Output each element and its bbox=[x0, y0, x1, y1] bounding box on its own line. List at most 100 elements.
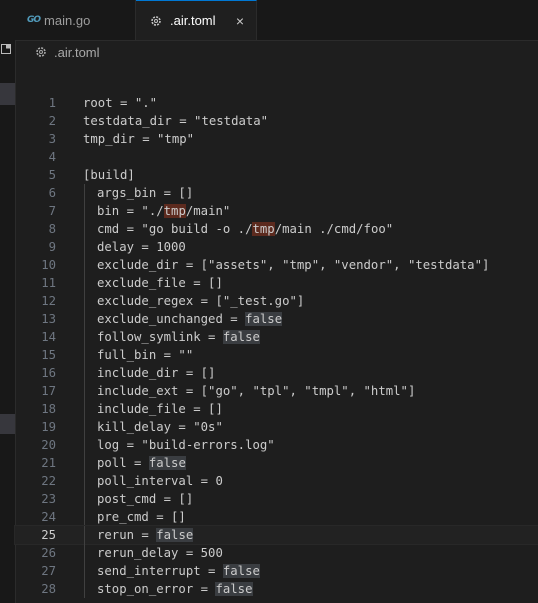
line-number: 5 bbox=[48, 168, 56, 182]
code-line[interactable]: 23 post_cmd = [] bbox=[15, 490, 538, 508]
code-text: delay = 1000 bbox=[97, 238, 186, 256]
line-number: 11 bbox=[41, 276, 56, 290]
code-line[interactable]: 24 pre_cmd = [] bbox=[15, 508, 538, 526]
code-line[interactable]: 14 follow_symlink = false bbox=[15, 328, 538, 346]
line-number: 16 bbox=[41, 366, 56, 380]
code-token: include_ext = ["go", "tpl", "tmpl", "htm… bbox=[97, 384, 416, 398]
indent-guide bbox=[84, 508, 85, 526]
code-token: pre_cmd = [] bbox=[97, 510, 186, 524]
code-line[interactable]: 11 exclude_file = [] bbox=[15, 274, 538, 292]
line-number: 19 bbox=[41, 420, 56, 434]
line-number: 26 bbox=[41, 546, 56, 560]
highlighted-token: false bbox=[156, 528, 194, 542]
code-line[interactable]: 17 include_ext = ["go", "tpl", "tmpl", "h… bbox=[15, 382, 538, 400]
code-text: full_bin = "" bbox=[97, 346, 193, 364]
code-line[interactable]: 9 delay = 1000 bbox=[15, 238, 538, 256]
split-editor-icon[interactable] bbox=[1, 44, 11, 54]
code-line[interactable]: 3 tmp_dir = "tmp" bbox=[15, 130, 538, 148]
code-token: /main ./cmd/foo" bbox=[274, 222, 394, 236]
code-line[interactable]: 4 bbox=[15, 148, 538, 166]
code-token: cmd = "go build -o ./ bbox=[97, 222, 253, 236]
tab-air-toml[interactable]: .air.toml × bbox=[136, 0, 257, 40]
line-number: 9 bbox=[48, 240, 56, 254]
code-line[interactable]: 22 poll_interval = 0 bbox=[15, 472, 538, 490]
line-number: 3 bbox=[48, 132, 56, 146]
indent-guide bbox=[84, 184, 85, 202]
code-line[interactable]: 8 cmd = "go build -o ./tmp/main ./cmd/foo… bbox=[15, 220, 538, 238]
code-text: follow_symlink = false bbox=[97, 328, 260, 346]
indent-guide bbox=[84, 562, 85, 580]
line-number: 28 bbox=[41, 582, 56, 596]
code-text: testdata_dir = "testdata" bbox=[83, 112, 268, 130]
code-text: cmd = "go build -o ./tmp/main ./cmd/foo" bbox=[97, 220, 393, 238]
code-token: [build] bbox=[83, 168, 135, 182]
highlighted-token: false bbox=[245, 312, 283, 326]
code-line[interactable]: 27 send_interrupt = false bbox=[15, 562, 538, 580]
code-token: root = "." bbox=[83, 96, 158, 110]
code-line[interactable]: 19 kill_delay = "0s" bbox=[15, 418, 538, 436]
indent-guide bbox=[84, 472, 85, 490]
code-text: include_ext = ["go", "tpl", "tmpl", "htm… bbox=[97, 382, 415, 400]
tab-bar: GO main.go .air.toml × bbox=[15, 0, 538, 41]
code-line[interactable]: 5 [build] bbox=[15, 166, 538, 184]
code-token: bin = "./ bbox=[97, 204, 164, 218]
code-text: log = "build-errors.log" bbox=[97, 436, 275, 454]
tab-main-go[interactable]: GO main.go bbox=[15, 0, 136, 40]
code-line[interactable]: 6 args_bin = [] bbox=[15, 184, 538, 202]
highlighted-token: tmp bbox=[252, 222, 275, 236]
line-number: 6 bbox=[48, 186, 56, 200]
indent-guide bbox=[84, 580, 85, 598]
code-line[interactable]: 21 poll = false bbox=[15, 454, 538, 472]
code-text: stop_on_error = false bbox=[97, 580, 253, 598]
code-text: exclude_file = [] bbox=[97, 274, 223, 292]
tab-label: .air.toml bbox=[170, 13, 216, 28]
code-token: delay = 1000 bbox=[97, 240, 186, 254]
highlighted-token: tmp bbox=[163, 204, 186, 218]
code-token: exclude_dir = ["assets", "tmp", "vendor"… bbox=[97, 258, 490, 272]
code-token: kill_delay = "0s" bbox=[97, 420, 223, 434]
code-editor[interactable]: 1 root = "." 2 testdata_dir = "testdata" 3 tm… bbox=[14, 94, 538, 603]
indent-guide bbox=[84, 202, 85, 220]
code-line[interactable]: 1 root = "." bbox=[15, 94, 538, 112]
code-line[interactable]: 25 rerun = false bbox=[14, 525, 538, 545]
code-line[interactable]: 13 exclude_unchanged = false bbox=[15, 310, 538, 328]
code-line[interactable]: 12 exclude_regex = ["_test.go"] bbox=[15, 292, 538, 310]
indent-guide bbox=[84, 400, 85, 418]
code-token: poll = bbox=[97, 456, 149, 470]
sidebar-selected-row[interactable] bbox=[0, 83, 15, 105]
code-text: rerun_delay = 500 bbox=[97, 544, 223, 562]
line-number: 15 bbox=[41, 348, 56, 362]
code-text: root = "." bbox=[83, 94, 157, 112]
code-text: include_file = [] bbox=[97, 400, 223, 418]
code-line[interactable]: 18 include_file = [] bbox=[15, 400, 538, 418]
highlighted-token: false bbox=[222, 330, 260, 344]
code-line[interactable]: 16 include_dir = [] bbox=[15, 364, 538, 382]
breadcrumb-item-file[interactable]: .air.toml bbox=[54, 45, 100, 60]
code-token: rerun_delay = 500 bbox=[97, 546, 223, 560]
breadcrumb: .air.toml bbox=[15, 40, 538, 64]
code-text: exclude_unchanged = false bbox=[97, 310, 283, 328]
highlighted-token: false bbox=[215, 582, 253, 596]
code-token: stop_on_error = bbox=[97, 582, 216, 596]
indent-guide bbox=[84, 436, 85, 454]
code-text: tmp_dir = "tmp" bbox=[83, 130, 194, 148]
line-number: 25 bbox=[41, 528, 56, 542]
code-line[interactable]: 28 stop_on_error = false bbox=[15, 580, 538, 598]
code-line[interactable]: 2 testdata_dir = "testdata" bbox=[15, 112, 538, 130]
close-icon[interactable]: × bbox=[236, 13, 244, 29]
line-number: 10 bbox=[41, 258, 56, 272]
line-number: 23 bbox=[41, 492, 56, 506]
code-line[interactable]: 7 bin = "./tmp/main" bbox=[15, 202, 538, 220]
code-line[interactable]: 26 rerun_delay = 500 bbox=[15, 544, 538, 562]
code-line[interactable]: 15 full_bin = "" bbox=[15, 346, 538, 364]
code-token: exclude_unchanged = bbox=[97, 312, 246, 326]
code-text: args_bin = [] bbox=[97, 184, 193, 202]
tab-label: main.go bbox=[44, 12, 91, 28]
code-token: include_file = [] bbox=[97, 402, 223, 416]
code-line[interactable]: 10 exclude_dir = ["assets", "tmp", "vendo… bbox=[15, 256, 538, 274]
indent-guide bbox=[84, 454, 85, 472]
line-number: 27 bbox=[41, 564, 56, 578]
code-line[interactable]: 20 log = "build-errors.log" bbox=[15, 436, 538, 454]
sidebar-selected-row[interactable] bbox=[0, 414, 15, 434]
code-text: rerun = false bbox=[97, 526, 194, 544]
